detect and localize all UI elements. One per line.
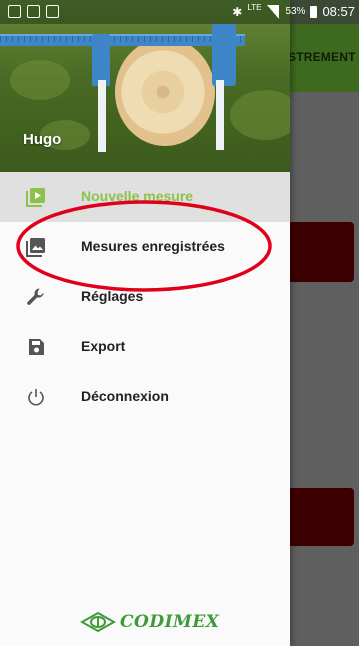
menu-item-nouvelle-mesure[interactable]: Nouvelle mesure (0, 172, 290, 222)
menu-item-export[interactable]: Export (0, 322, 290, 372)
drawer-header: Hugo (0, 0, 290, 172)
status-bar: ✱ LTE 53% 08:57 (0, 0, 359, 24)
logo-text: CODIMEX (120, 612, 220, 632)
menu-item-label: Déconnexion (81, 388, 169, 404)
image-notification-icon (8, 5, 21, 18)
menu-item-label: Export (81, 338, 126, 354)
menu-item-mesures-enregistrees[interactable]: Mesures enregistrées (0, 222, 290, 272)
clock: 08:57 (322, 4, 355, 19)
user-name: Hugo (23, 131, 62, 148)
signal-icon (267, 4, 280, 19)
clipboard-notification-icon (46, 5, 59, 18)
copy-notification-icon (27, 5, 40, 18)
app-toolbar-title: STREMENT (288, 50, 356, 64)
battery-icon (310, 5, 318, 18)
power-icon (24, 385, 48, 409)
menu-item-reglages[interactable]: Réglages (0, 272, 290, 322)
wrench-icon (24, 285, 48, 309)
lte-indicator: LTE (247, 3, 262, 12)
menu-item-label: Nouvelle mesure (81, 188, 194, 204)
wood-disc-image (115, 38, 215, 146)
notification-icons (8, 5, 59, 18)
photo-gallery-icon (24, 235, 48, 259)
menu-item-deconnexion[interactable]: Déconnexion (0, 372, 290, 422)
codimex-logo: CODIMEX (80, 610, 220, 634)
save-icon (24, 335, 48, 359)
navigation-drawer: Hugo Nouvelle mesure Mesures enregistrée… (0, 0, 290, 646)
play-box-icon (24, 185, 48, 209)
codimex-logo-icon (80, 611, 116, 633)
battery-percentage: 53% (285, 6, 306, 17)
bluetooth-icon: ✱ (232, 4, 243, 19)
menu-item-label: Mesures enregistrées (81, 238, 225, 254)
drawer-menu: Nouvelle mesure Mesures enregistrées Rég… (0, 172, 290, 422)
status-indicators: ✱ LTE 53% 08:57 (232, 3, 355, 19)
menu-item-label: Réglages (81, 288, 144, 304)
